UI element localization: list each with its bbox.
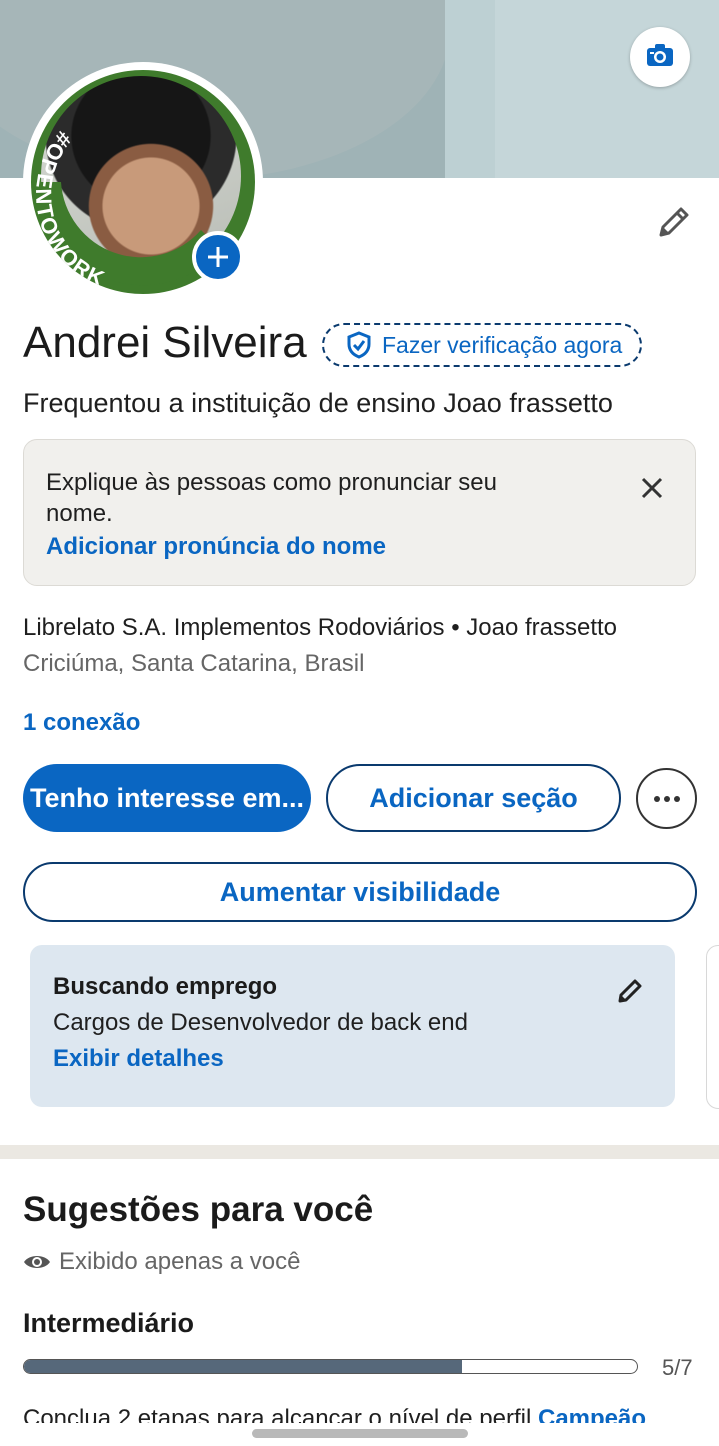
profile-level-title: Intermediário [23, 1308, 195, 1338]
pencil-icon [618, 979, 642, 1003]
home-indicator[interactable] [252, 1429, 468, 1438]
verify-label: Fazer verificação agora [382, 331, 623, 358]
next-card-peek[interactable] [706, 945, 719, 1109]
verify-now-button[interactable]: Fazer verificação agora [322, 323, 642, 367]
svg-text:#OPENTOWORK: #OPENTOWORK [31, 127, 109, 292]
private-visibility-text: Exibido apenas a você [59, 1248, 301, 1275]
pronunciation-card: Explique às pessoas como pronunciar seu … [23, 439, 696, 586]
dismiss-pronunciation-button[interactable] [632, 468, 672, 508]
profile-level-description: Conclua 2 etapas para alcançar o nível d… [23, 1405, 703, 1423]
edit-banner-button[interactable] [630, 27, 690, 87]
progress-count: 5/7 [662, 1355, 693, 1380]
show-details-link[interactable]: Exibir detalhes [53, 1045, 224, 1073]
shield-check-icon [347, 331, 371, 359]
eye-icon [24, 1256, 50, 1268]
section-divider [0, 1145, 719, 1159]
more-actions-button[interactable] [636, 768, 697, 829]
suggestions-title: Sugestões para você [23, 1190, 374, 1229]
edit-intro-button[interactable] [652, 200, 696, 244]
pencil-icon [659, 207, 689, 237]
profile-name: Andrei Silveira [23, 318, 307, 367]
edit-open-to-work-button[interactable] [612, 973, 648, 1009]
profile-location: Criciúma, Santa Catarina, Brasil [23, 650, 365, 677]
connections-link[interactable]: 1 conexão [23, 709, 140, 737]
private-visibility-note: Exibido apenas a você [23, 1248, 301, 1276]
all-star-level-link[interactable]: Campeão [538, 1405, 646, 1423]
camera-icon [646, 43, 674, 72]
open-to-work-badge-text: #OPENTOWORK [31, 127, 108, 292]
more-icon [653, 795, 680, 802]
profile-headline: Frequentou a instituição de ensino Joao … [23, 388, 613, 418]
level-description-text: Conclua 2 etapas para alcançar o nível d… [23, 1405, 538, 1423]
pronunciation-text: Explique às pessoas como pronunciar seu … [46, 469, 497, 527]
boost-visibility-button[interactable]: Aumentar visibilidade [23, 862, 697, 922]
add-pronunciation-link[interactable]: Adicionar pronúncia do nome [46, 533, 386, 561]
add-section-button[interactable]: Adicionar seção [326, 764, 621, 832]
plus-icon [208, 247, 228, 267]
open-to-work-roles: Cargos de Desenvolvedor de back end [53, 1009, 468, 1036]
profile-progress-fill [24, 1360, 462, 1373]
add-photo-button[interactable] [192, 231, 244, 283]
close-icon [641, 477, 663, 499]
profile-progress-bar [23, 1359, 638, 1374]
company-education-line[interactable]: Librelato S.A. Implementos Rodoviários •… [23, 614, 617, 642]
open-to-button[interactable]: Tenho interesse em... [23, 764, 311, 832]
open-to-work-card[interactable]: Buscando emprego Cargos de Desenvolvedor… [30, 945, 675, 1107]
open-to-work-title: Buscando emprego [53, 973, 278, 1000]
